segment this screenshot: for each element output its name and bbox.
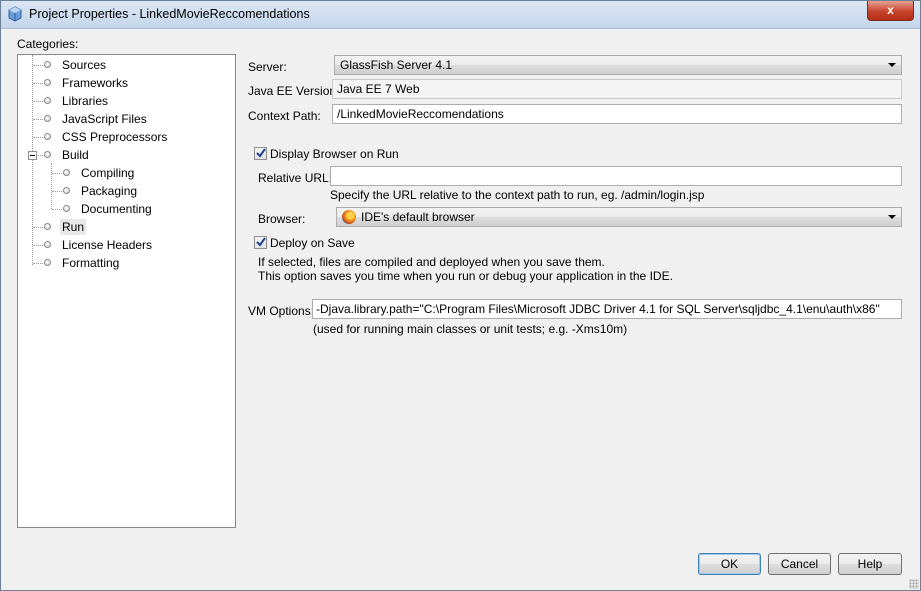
server-label: Server: (248, 60, 287, 74)
browser-select[interactable]: IDE's default browser (336, 207, 902, 227)
node-dot-icon (63, 205, 70, 212)
window-title: Project Properties - LinkedMovieReccomen… (29, 7, 310, 21)
javaee-version-field: Java EE 7 Web (332, 79, 902, 99)
ok-button[interactable]: OK (698, 553, 761, 575)
netbeans-cube-icon (8, 6, 22, 22)
deploy-on-save-label[interactable]: Deploy on Save (270, 236, 355, 250)
browser-selected-value: IDE's default browser (361, 210, 475, 224)
context-path-input[interactable]: /LinkedMovieReccomendations (332, 104, 902, 124)
category-label: Formatting (62, 256, 120, 270)
category-label: License Headers (62, 238, 153, 252)
category-label: Sources (62, 58, 107, 72)
checkmark-icon (256, 237, 266, 247)
display-browser-checkbox[interactable] (254, 147, 267, 160)
browser-label: Browser: (258, 212, 306, 226)
deploy-hint-line-1: If selected, files are compiled and depl… (258, 255, 605, 269)
vm-options-hint: (used for running main classes or unit t… (313, 322, 628, 336)
node-dot-icon (44, 61, 51, 68)
close-button[interactable]: x (867, 1, 914, 21)
relative-url-input[interactable] (330, 166, 902, 186)
node-dot-icon (63, 187, 70, 194)
resize-grip-icon[interactable] (909, 579, 919, 589)
checkmark-icon (256, 148, 266, 158)
node-dot-icon (44, 133, 51, 140)
vm-options-label: VM Options: (248, 304, 315, 318)
firefox-icon (342, 210, 356, 224)
deploy-hint-line-2: This option saves you time when you run … (258, 269, 673, 283)
title-bar[interactable]: Project Properties - LinkedMovieReccomen… (1, 1, 920, 29)
relative-url-label: Relative URL: (258, 171, 333, 185)
node-dot-icon (44, 79, 51, 86)
node-dot-icon (44, 241, 51, 248)
category-label: Compiling (81, 166, 135, 180)
node-dot-icon (44, 259, 51, 266)
cancel-button[interactable]: Cancel (768, 553, 831, 575)
node-dot-icon (63, 169, 70, 176)
categories-tree[interactable]: Sources Frameworks Libraries JavaScript … (17, 54, 236, 528)
server-selected-value: GlassFish Server 4.1 (340, 58, 453, 72)
vm-options-input[interactable]: -Djava.library.path="C:\Program Files\Mi… (312, 299, 902, 319)
node-dot-icon (44, 223, 51, 230)
tree-connector (51, 163, 52, 209)
relative-url-hint: Specify the URL relative to the context … (330, 188, 705, 202)
deploy-on-save-checkbox[interactable] (254, 236, 267, 249)
help-button[interactable]: Help (838, 553, 902, 575)
category-label: Libraries (62, 94, 109, 108)
chevron-down-icon (888, 215, 896, 219)
category-label-selected: Run (60, 219, 87, 235)
server-select[interactable]: GlassFish Server 4.1 (334, 55, 902, 75)
category-label: Documenting (81, 202, 152, 216)
display-browser-label[interactable]: Display Browser on Run (270, 147, 399, 161)
node-dot-icon (44, 97, 51, 104)
project-properties-dialog: Project Properties - LinkedMovieReccomen… (0, 0, 921, 591)
chevron-down-icon (888, 63, 896, 67)
category-label: Packaging (81, 184, 138, 198)
tree-connector (32, 55, 33, 265)
node-dot-icon (44, 115, 51, 122)
context-path-label: Context Path: (248, 109, 321, 123)
dialog-content: Categories: Sources Frameworks Libraries… (8, 30, 913, 585)
collapse-toggle-icon[interactable] (28, 151, 37, 160)
category-label: Frameworks (62, 76, 129, 90)
category-label: JavaScript Files (62, 112, 147, 126)
categories-label: Categories: (17, 37, 79, 51)
category-label: Build (62, 148, 89, 162)
javaee-version-label: Java EE Version: (248, 84, 340, 98)
category-label: CSS Preprocessors (62, 130, 168, 144)
node-dot-icon (44, 151, 51, 158)
